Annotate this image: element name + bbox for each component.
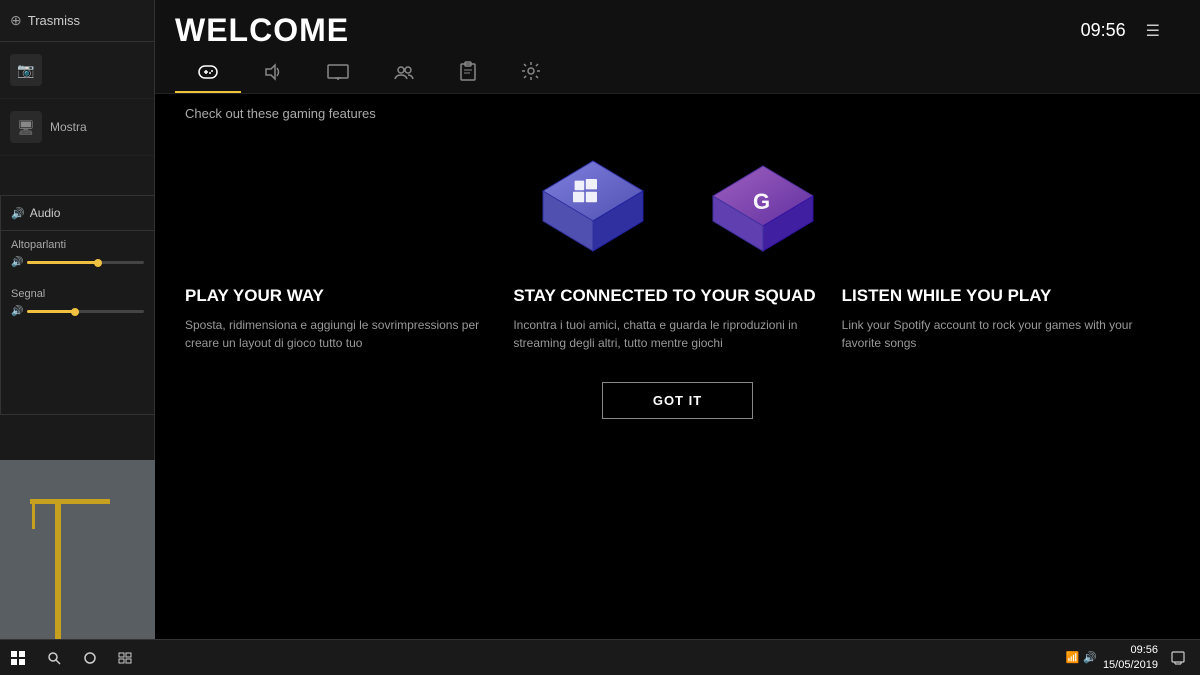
features-section: PLAY YOUR WAY Sposta, ridimensiona e agg… bbox=[155, 266, 1200, 362]
taskbar-date-value: 15/05/2019 bbox=[1103, 658, 1158, 672]
modal-time: 09:56 bbox=[1081, 20, 1126, 41]
speakers-slider[interactable] bbox=[27, 261, 144, 264]
signal-slider-row: 🔊 bbox=[11, 306, 144, 317]
task-view-button[interactable] bbox=[108, 640, 144, 675]
left-panel-item-camera[interactable]: 📷 bbox=[0, 42, 154, 99]
feature-3-desc: Link your Spotify account to rock your g… bbox=[842, 316, 1150, 352]
monitor-icon: 🖥 bbox=[10, 111, 42, 143]
nav-item-display[interactable] bbox=[305, 51, 371, 93]
left-panel-item-mostra[interactable]: 🖥 Mostra bbox=[0, 99, 154, 156]
start-button[interactable] bbox=[0, 640, 36, 675]
speakers-slider-row: 🔊 bbox=[11, 257, 144, 268]
signal-slider-thumb bbox=[71, 308, 79, 316]
audio-icon: 🔊 bbox=[11, 207, 25, 220]
feature-2-title: STAY CONNECTED TO YOUR SQUAD bbox=[513, 286, 821, 306]
taskbar-system-icons: 📶 🔊 bbox=[1066, 651, 1097, 664]
hamburger-menu-icon[interactable]: ☰ bbox=[1146, 21, 1160, 41]
feature-1-title: PLAY YOUR WAY bbox=[185, 286, 493, 306]
display-icon bbox=[327, 63, 349, 81]
notification-icon bbox=[1171, 651, 1185, 665]
left-panel-title: Trasmiss bbox=[28, 13, 80, 28]
left-panel-header: ⊕ Trasmiss bbox=[0, 0, 154, 42]
gamepad-icon bbox=[197, 63, 219, 81]
notification-button[interactable] bbox=[1164, 644, 1192, 672]
clipboard-icon bbox=[459, 61, 477, 81]
taskbar-right: 📶 🔊 09:56 15/05/2019 bbox=[1066, 643, 1200, 672]
signal-slider-fill bbox=[27, 310, 74, 313]
speakers-slider-thumb bbox=[94, 259, 102, 267]
modal-navbar bbox=[155, 49, 1200, 94]
start-icon bbox=[10, 650, 26, 666]
nav-item-gamepad[interactable] bbox=[175, 51, 241, 93]
got-it-button[interactable]: GOT IT bbox=[602, 382, 753, 419]
signal-icon-small: 🔊 bbox=[11, 306, 23, 317]
task-view-icon bbox=[118, 652, 134, 664]
got-it-container: GOT IT bbox=[155, 362, 1200, 434]
taskbar-time-value: 09:56 bbox=[1103, 643, 1158, 657]
speakers-label: Altoparlanti bbox=[11, 239, 144, 251]
audio-panel-header: 🔊 Audio bbox=[1, 196, 154, 231]
audio-section-signal: Segnal 🔊 bbox=[1, 280, 154, 329]
nav-item-settings[interactable] bbox=[499, 49, 563, 93]
volume-taskbar-icon: 🔊 bbox=[1083, 651, 1097, 664]
cortana-button[interactable] bbox=[72, 640, 108, 675]
signal-label: Segnal bbox=[11, 288, 144, 300]
speakers-slider-fill bbox=[27, 261, 97, 264]
audio-panel: 🔊 Audio Altoparlanti 🔊 Segnal 🔊 bbox=[0, 195, 155, 415]
search-icon bbox=[47, 651, 61, 665]
keys-illustration: G bbox=[155, 121, 1200, 266]
taskbar-time-display: 09:56 15/05/2019 bbox=[1103, 643, 1158, 672]
feature-col-1: PLAY YOUR WAY Sposta, ridimensiona e agg… bbox=[185, 286, 513, 352]
modal-header-row: WELCOME 09:56 ☰ bbox=[155, 0, 1200, 49]
audio-nav-icon bbox=[263, 63, 283, 81]
g-key-svg: G bbox=[693, 151, 833, 256]
cortana-icon bbox=[83, 651, 97, 665]
feature-1-desc: Sposta, ridimensiona e aggiungi le sovri… bbox=[185, 316, 493, 352]
settings-icon bbox=[521, 61, 541, 81]
volume-icon-small: 🔊 bbox=[11, 257, 23, 268]
feature-col-2: STAY CONNECTED TO YOUR SQUAD Incontra i … bbox=[513, 286, 841, 352]
modal-overlay: WELCOME 09:56 ☰ bbox=[155, 0, 1200, 639]
taskbar: 📶 🔊 09:56 15/05/2019 bbox=[0, 639, 1200, 675]
feature-col-3: LISTEN WHILE YOU PLAY Link your Spotify … bbox=[842, 286, 1170, 352]
broadcast-icon: ⊕ bbox=[10, 12, 22, 29]
nav-item-squad[interactable] bbox=[371, 51, 437, 93]
wifi-icon: 📶 bbox=[1066, 651, 1080, 664]
squad-icon bbox=[393, 63, 415, 81]
left-panel-item-label: Mostra bbox=[50, 120, 87, 134]
modal-title: WELCOME bbox=[175, 12, 349, 49]
feature-3-title: LISTEN WHILE YOU PLAY bbox=[842, 286, 1150, 306]
nav-item-audio[interactable] bbox=[241, 51, 305, 93]
nav-item-clipboard[interactable] bbox=[437, 49, 499, 93]
audio-title: Audio bbox=[30, 206, 61, 220]
audio-section-speakers: Altoparlanti 🔊 bbox=[1, 231, 154, 280]
modal-subtitle: Check out these gaming features bbox=[155, 94, 1200, 121]
windows-key-svg bbox=[523, 141, 663, 256]
desktop-background: ⊕ Trasmiss 📷 🖥 Mostra 🔊 Audio Altoparlan… bbox=[0, 0, 1200, 675]
camera-icon: 📷 bbox=[10, 54, 42, 86]
svg-text:G: G bbox=[753, 189, 770, 214]
feature-2-desc: Incontra i tuoi amici, chatta e guarda l… bbox=[513, 316, 821, 352]
signal-slider[interactable] bbox=[27, 310, 144, 313]
search-button[interactable] bbox=[36, 640, 72, 675]
